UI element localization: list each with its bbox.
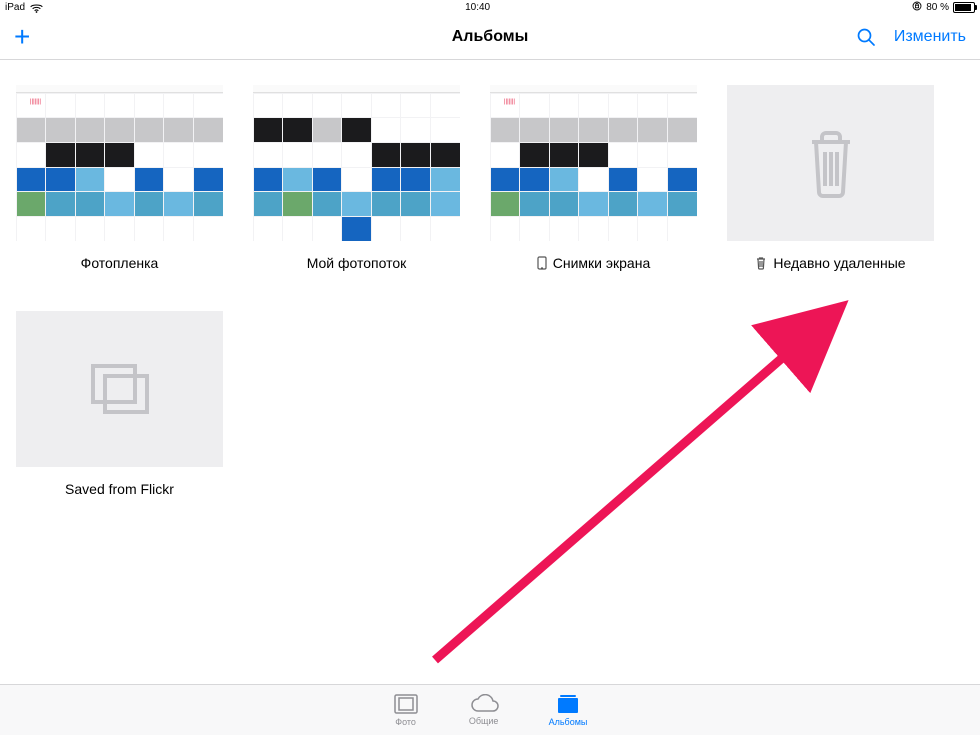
album-label: Снимки экрана <box>553 255 650 271</box>
album-thumb <box>16 311 223 467</box>
tab-label: Альбомы <box>549 717 588 727</box>
status-bar: iPad 10:40 80 % <box>0 0 980 15</box>
tab-albums[interactable]: Альбомы <box>549 693 588 727</box>
album-camera-roll[interactable]: ||||||| Фотопленка <box>16 85 223 271</box>
wifi-icon <box>30 3 43 13</box>
add-button[interactable]: + <box>14 23 30 51</box>
stack-icon <box>87 360 153 418</box>
tab-shared[interactable]: Общие <box>469 694 499 726</box>
trash-icon <box>755 256 767 270</box>
album-saved-from-flickr[interactable]: Saved from Flickr <box>16 311 223 497</box>
search-icon[interactable] <box>856 27 876 47</box>
lock-icon <box>912 1 922 14</box>
edit-button[interactable]: Изменить <box>894 28 966 46</box>
album-label: Фотопленка <box>81 255 159 271</box>
album-screenshots[interactable]: ||||||| Снимки экрана <box>490 85 697 271</box>
tab-photos[interactable]: Фото <box>393 693 419 727</box>
tab-label: Общие <box>469 716 499 726</box>
albums-grid-container: ||||||| Фотопленка <box>0 60 980 686</box>
tab-bar: Фото Общие Альбомы <box>0 684 980 735</box>
album-thumb: ||||||| <box>490 85 697 241</box>
nav-bar: + Альбомы Изменить <box>0 15 980 60</box>
battery-percent: 80 % <box>926 2 949 13</box>
album-thumb: ||||||| <box>16 85 223 241</box>
albums-icon <box>555 693 581 715</box>
album-recently-deleted[interactable]: Недавно удаленные <box>727 85 934 271</box>
album-thumb <box>253 85 460 241</box>
clock: 10:40 <box>465 2 490 13</box>
album-photo-stream[interactable]: Мой фотопоток <box>253 85 460 271</box>
tab-label: Фото <box>395 717 416 727</box>
album-label: Saved from Flickr <box>65 481 174 497</box>
device-label: iPad <box>5 2 25 13</box>
album-label: Недавно удаленные <box>773 255 905 271</box>
cloud-icon <box>469 694 499 714</box>
photo-icon <box>393 693 419 715</box>
trash-icon <box>802 128 860 198</box>
album-thumb <box>727 85 934 241</box>
battery-icon <box>953 2 975 13</box>
page-title: Альбомы <box>452 28 529 46</box>
album-label: Мой фотопоток <box>307 255 407 271</box>
phone-icon <box>537 256 547 270</box>
